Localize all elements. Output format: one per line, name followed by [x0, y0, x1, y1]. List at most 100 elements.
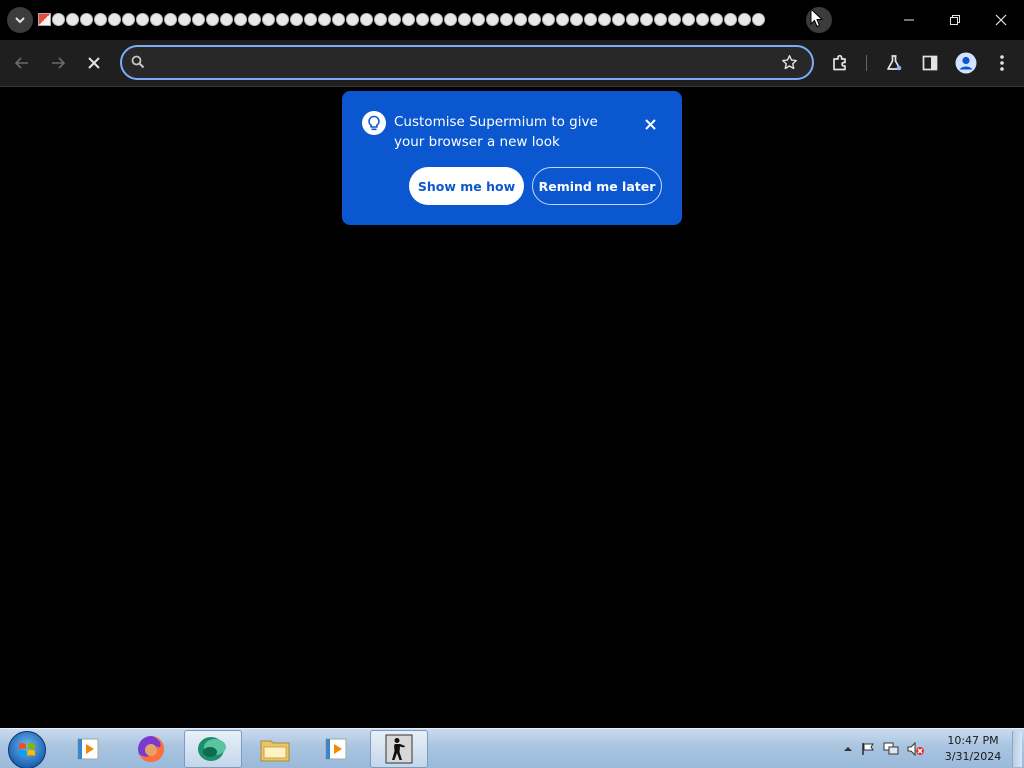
tab-favicon[interactable]	[150, 13, 163, 26]
lightbulb-icon	[362, 111, 386, 135]
restore-icon	[950, 15, 960, 25]
tab-favicon[interactable]	[192, 13, 205, 26]
profile-button[interactable]	[952, 49, 980, 77]
arrow-left-icon	[14, 57, 28, 69]
address-bar[interactable]	[120, 45, 814, 80]
taskbar-supermium-browser[interactable]	[184, 730, 242, 768]
avatar-icon	[955, 52, 977, 74]
tab-favicon[interactable]	[668, 13, 681, 26]
tab-favicon[interactable]	[304, 13, 317, 26]
close-window-button[interactable]	[978, 0, 1024, 40]
search-icon	[131, 55, 145, 69]
show-hidden-icons-icon[interactable]	[843, 745, 853, 753]
tab-favicon[interactable]	[528, 13, 541, 26]
stop-loading-button[interactable]	[80, 49, 108, 77]
action-center-flag-icon[interactable]	[861, 742, 875, 756]
remind-me-later-button[interactable]: Remind me later	[532, 167, 662, 205]
tab-favicon[interactable]	[220, 13, 233, 26]
windows-taskbar: 10:47 PM 3/31/2024	[0, 728, 1024, 768]
taskbar-media-player-1[interactable]	[60, 730, 118, 768]
tab-favicon[interactable]	[234, 13, 247, 26]
tab-favicon[interactable]	[374, 13, 387, 26]
tab-favicon[interactable]	[290, 13, 303, 26]
bookmark-star-icon[interactable]	[781, 54, 798, 71]
tab-favicon[interactable]	[682, 13, 695, 26]
address-input[interactable]	[152, 53, 772, 73]
forward-button[interactable]	[44, 49, 72, 77]
tab-favicon[interactable]	[318, 13, 331, 26]
network-icon[interactable]	[883, 742, 899, 756]
tab-favicon[interactable]	[66, 13, 79, 26]
taskbar-media-player-2[interactable]	[308, 730, 366, 768]
tab-favicon[interactable]	[108, 13, 121, 26]
tab-favicon[interactable]	[164, 13, 177, 26]
tab-favicon[interactable]	[570, 13, 583, 26]
tab-favicon[interactable]	[332, 13, 345, 26]
tab-favicon[interactable]	[360, 13, 373, 26]
tab-favicon[interactable]	[458, 13, 471, 26]
side-panel-icon	[922, 55, 938, 71]
tab-favicon[interactable]	[178, 13, 191, 26]
tab-favicon[interactable]	[752, 13, 765, 26]
tab-favicon[interactable]	[626, 13, 639, 26]
tab-favicon[interactable]	[388, 13, 401, 26]
taskbar-counter-strike[interactable]	[370, 730, 428, 768]
system-tray	[843, 729, 925, 768]
tab-favicon[interactable]	[122, 13, 135, 26]
tab-favicon[interactable]	[542, 13, 555, 26]
tab-favicon[interactable]	[710, 13, 723, 26]
taskbar-clock[interactable]: 10:47 PM 3/31/2024	[940, 733, 1006, 765]
tab-favicon[interactable]	[738, 13, 751, 26]
tab-favicon[interactable]	[276, 13, 289, 26]
tab-favicon[interactable]	[52, 13, 65, 26]
tab-favicon[interactable]	[94, 13, 107, 26]
show-me-how-button[interactable]: Show me how	[409, 167, 524, 205]
minimize-button[interactable]	[886, 0, 932, 40]
back-button[interactable]	[8, 49, 36, 77]
menu-button[interactable]	[988, 49, 1016, 77]
tab-favicon[interactable]	[80, 13, 93, 26]
toolbar-separator	[0, 86, 1024, 87]
tab-favicon[interactable]	[612, 13, 625, 26]
tab-strip	[0, 0, 1024, 40]
counter-strike-icon	[385, 734, 413, 764]
tab-favicon[interactable]	[430, 13, 443, 26]
tab-favicon[interactable]	[640, 13, 653, 26]
tab-favicon[interactable]	[556, 13, 569, 26]
tab-search-button[interactable]	[7, 7, 33, 33]
tab-favicon[interactable]	[136, 13, 149, 26]
taskbar-firefox[interactable]	[122, 730, 180, 768]
tab-favicon[interactable]	[444, 13, 457, 26]
tab-favicon[interactable]	[598, 13, 611, 26]
volume-muted-icon[interactable]	[907, 742, 925, 756]
restore-button[interactable]	[932, 0, 978, 40]
flask-icon	[887, 55, 902, 71]
show-desktop-button[interactable]	[1012, 731, 1022, 767]
tab-favicon[interactable]	[696, 13, 709, 26]
taskbar-file-explorer[interactable]	[246, 730, 304, 768]
tab-favicon[interactable]	[206, 13, 219, 26]
tab-favicon[interactable]	[346, 13, 359, 26]
side-panel-button[interactable]	[916, 49, 944, 77]
tab-favicon[interactable]	[584, 13, 597, 26]
promo-close-button[interactable]	[639, 113, 661, 135]
extensions-button[interactable]	[826, 49, 854, 77]
tab-favicon[interactable]	[416, 13, 429, 26]
tab-favicon[interactable]	[486, 13, 499, 26]
tab-favicon[interactable]	[654, 13, 667, 26]
tab-favicon[interactable]	[262, 13, 275, 26]
tab-favicon[interactable]	[472, 13, 485, 26]
tab-favicon-error[interactable]	[38, 13, 51, 26]
close-icon	[995, 14, 1007, 26]
tab-favicon[interactable]	[514, 13, 527, 26]
firefox-icon	[138, 736, 164, 762]
browser-icon	[198, 737, 226, 761]
tab-favicon[interactable]	[724, 13, 737, 26]
labs-button[interactable]	[880, 49, 908, 77]
tab-favicon[interactable]	[500, 13, 513, 26]
tab-favicon[interactable]	[248, 13, 261, 26]
start-button[interactable]	[8, 731, 46, 768]
toolbar-divider	[866, 55, 867, 71]
tab-favicon[interactable]	[402, 13, 415, 26]
arrow-right-icon	[52, 57, 66, 69]
